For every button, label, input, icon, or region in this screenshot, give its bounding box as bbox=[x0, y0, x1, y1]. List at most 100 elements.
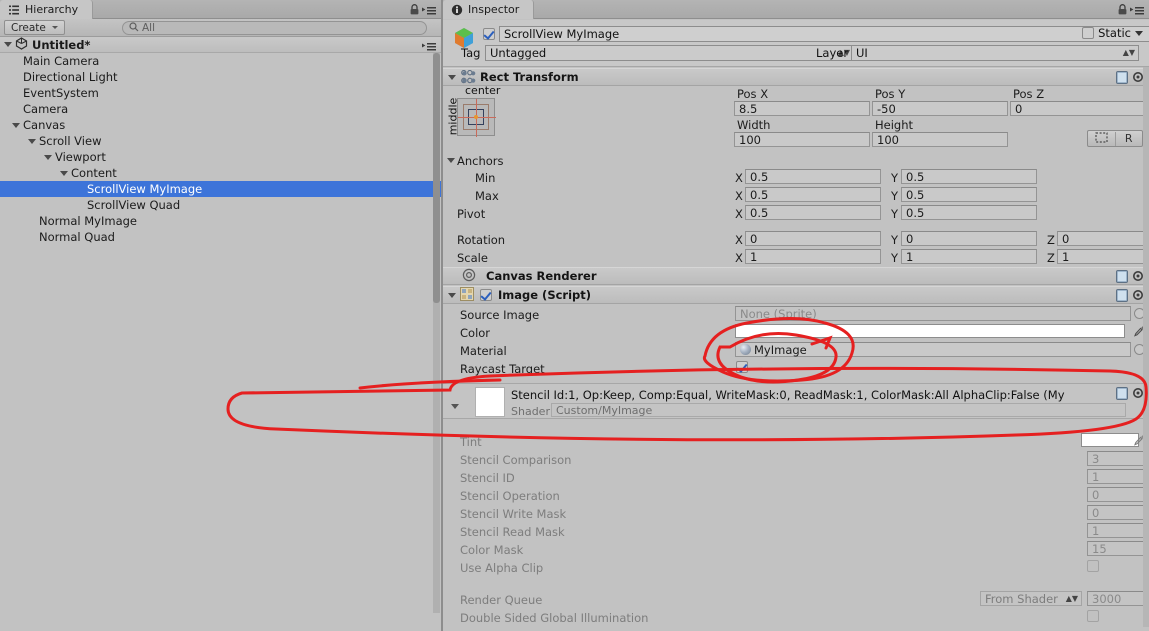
image-script-body: Source Image None (Sprite) Color Materia… bbox=[443, 305, 1149, 377]
static-toggle[interactable]: Static bbox=[1082, 26, 1143, 40]
tab-hierarchy[interactable]: Hierarchy bbox=[0, 0, 94, 19]
static-chevron-down-icon[interactable] bbox=[1135, 30, 1143, 36]
anchor-max-y-input[interactable]: 0.5 bbox=[901, 187, 1037, 202]
hierarchy-item-main-camera[interactable]: Main Camera bbox=[0, 53, 433, 69]
pos-y-value: -50 bbox=[877, 101, 896, 116]
hierarchy-item-content[interactable]: Content bbox=[0, 165, 433, 181]
anchor-min-y-input[interactable]: 0.5 bbox=[901, 169, 1037, 184]
blueprint-mode-icon[interactable] bbox=[1088, 131, 1116, 146]
tab-inspector[interactable]: Inspector bbox=[443, 0, 535, 19]
shader-dropdown[interactable]: Custom/MyImage bbox=[551, 403, 1126, 417]
hierarchy-item-directional-light[interactable]: Directional Light bbox=[0, 69, 433, 85]
raycast-target-checkbox[interactable] bbox=[736, 361, 748, 373]
material-property-input[interactable]: 0 bbox=[1087, 487, 1145, 502]
lock-icon[interactable] bbox=[410, 4, 419, 15]
hierarchy-item-label: Directional Light bbox=[23, 70, 118, 84]
hierarchy-item-viewport[interactable]: Viewport bbox=[0, 149, 433, 165]
panel-menu-icon[interactable] bbox=[422, 5, 436, 15]
rotation-y-input[interactable]: 0 bbox=[901, 231, 1037, 246]
pos-x-input[interactable]: 8.5 bbox=[734, 101, 870, 116]
inspector-menu-icon[interactable] bbox=[1130, 5, 1144, 15]
color-swatch[interactable] bbox=[735, 324, 1125, 338]
object-name-input[interactable]: ScrollView MyImage bbox=[499, 26, 1149, 42]
expand-caret-icon[interactable] bbox=[28, 138, 36, 144]
layer-dropdown-arrows-icon: ▲▼ bbox=[1122, 48, 1135, 57]
hierarchy-item-normal-myimage[interactable]: Normal MyImage bbox=[0, 213, 433, 229]
canvas-renderer-header[interactable]: Canvas Renderer bbox=[443, 267, 1149, 285]
static-checkbox[interactable] bbox=[1082, 27, 1095, 39]
double-sided-gi-checkbox[interactable] bbox=[1087, 610, 1099, 622]
hierarchy-item-normal-quad[interactable]: Normal Quad bbox=[0, 229, 433, 245]
scale-x-input[interactable]: 1 bbox=[745, 249, 881, 264]
search-input[interactable]: All bbox=[122, 21, 427, 35]
scale-y-input[interactable]: 1 bbox=[901, 249, 1037, 264]
inspector-scrollbar[interactable] bbox=[1143, 67, 1149, 627]
layer-dropdown[interactable]: UI ▲▼ bbox=[851, 45, 1139, 61]
tag-dropdown[interactable]: Untagged ▲▼ bbox=[485, 45, 854, 61]
pivot-x-input[interactable]: 0.5 bbox=[745, 205, 881, 220]
render-queue-value: 3000 bbox=[1092, 591, 1122, 606]
pos-y-input[interactable]: -50 bbox=[872, 101, 1008, 116]
scale-z-value: 1 bbox=[1062, 249, 1070, 264]
hierarchy-scrollbar-thumb[interactable] bbox=[433, 53, 440, 303]
scene-menu-icon[interactable] bbox=[422, 41, 436, 51]
expand-caret-icon[interactable] bbox=[12, 122, 20, 128]
anchor-max-x-input[interactable]: 0.5 bbox=[745, 187, 881, 202]
material-help-icon[interactable] bbox=[1116, 387, 1128, 400]
anchor-preset-widget[interactable] bbox=[457, 98, 496, 137]
material-property-input[interactable]: 15 bbox=[1087, 541, 1145, 556]
create-button[interactable]: Create bbox=[4, 20, 65, 35]
material-preview-thumbnail[interactable] bbox=[475, 387, 505, 417]
image-script-enabled-checkbox[interactable] bbox=[480, 289, 492, 301]
min-x-axis-label: X bbox=[735, 171, 743, 185]
layer-value: UI bbox=[856, 46, 868, 60]
image-script-help-icon[interactable] bbox=[1116, 289, 1128, 302]
hierarchy-item-canvas[interactable]: Canvas bbox=[0, 117, 433, 133]
material-foldout-icon[interactable] bbox=[451, 404, 459, 409]
expand-caret-icon[interactable] bbox=[60, 170, 68, 176]
hierarchy-scrollbar[interactable] bbox=[433, 53, 440, 613]
height-input[interactable]: 100 bbox=[872, 132, 1008, 147]
width-input[interactable]: 100 bbox=[734, 132, 870, 147]
material-property-input[interactable]: 1 bbox=[1087, 523, 1145, 538]
material-property-checkbox[interactable] bbox=[1087, 560, 1099, 572]
hierarchy-item-camera[interactable]: Camera bbox=[0, 101, 433, 117]
tint-color-swatch[interactable] bbox=[1081, 433, 1139, 447]
pivot-y-input[interactable]: 0.5 bbox=[901, 205, 1037, 220]
material-property-input[interactable]: 0 bbox=[1087, 505, 1145, 520]
render-queue-value-input[interactable]: 3000 bbox=[1087, 591, 1145, 606]
raw-edit-mode-button[interactable]: R bbox=[1116, 132, 1143, 145]
rotation-row: Rotation X 0 Y 0 Z 0 bbox=[443, 230, 1149, 248]
hierarchy-item-scrollview-quad[interactable]: ScrollView Quad bbox=[0, 197, 433, 213]
rect-transform-help-icon[interactable] bbox=[1116, 71, 1128, 84]
source-image-label: Source Image bbox=[460, 308, 540, 322]
hierarchy-item-scrollview-myimage[interactable]: ScrollView MyImage bbox=[0, 181, 441, 197]
image-script-foldout-icon[interactable] bbox=[448, 292, 456, 298]
material-ball-icon bbox=[740, 344, 751, 355]
hierarchy-item-scroll-view[interactable]: Scroll View bbox=[0, 133, 433, 149]
color-label: Color bbox=[460, 326, 491, 340]
material-field[interactable]: MyImage bbox=[735, 342, 1131, 357]
object-enabled-checkbox[interactable] bbox=[483, 28, 495, 43]
material-property-input[interactable]: 1 bbox=[1087, 469, 1145, 484]
scene-expand-caret-icon[interactable] bbox=[4, 42, 12, 47]
rect-transform-header[interactable]: Rect Transform bbox=[443, 68, 1149, 86]
rect-transform-foldout-icon[interactable] bbox=[448, 74, 456, 80]
rotation-z-input[interactable]: 0 bbox=[1057, 231, 1147, 246]
anchor-min-x-input[interactable]: 0.5 bbox=[745, 169, 881, 184]
rotation-x-input[interactable]: 0 bbox=[745, 231, 881, 246]
pos-z-input[interactable]: 0 bbox=[1010, 101, 1147, 116]
hierarchy-item-eventsystem[interactable]: EventSystem bbox=[0, 85, 433, 101]
rect-transform-mode-buttons[interactable]: R bbox=[1087, 130, 1143, 147]
anchors-foldout-icon[interactable] bbox=[447, 158, 455, 163]
material-property-input[interactable]: 3 bbox=[1087, 451, 1145, 466]
expand-caret-icon[interactable] bbox=[44, 154, 52, 160]
scene-root-row[interactable]: Untitled* bbox=[0, 36, 441, 53]
inspector-lock-icon[interactable] bbox=[1118, 4, 1127, 15]
canvas-renderer-help-icon[interactable] bbox=[1116, 270, 1128, 283]
render-queue-mode-dropdown[interactable]: From Shader ▲▼ bbox=[980, 591, 1082, 606]
material-property-row: Stencil Operation 0 bbox=[443, 486, 1149, 504]
scale-z-input[interactable]: 1 bbox=[1057, 249, 1147, 264]
source-image-field[interactable]: None (Sprite) bbox=[735, 306, 1131, 321]
image-script-header[interactable]: Image (Script) bbox=[443, 286, 1149, 304]
